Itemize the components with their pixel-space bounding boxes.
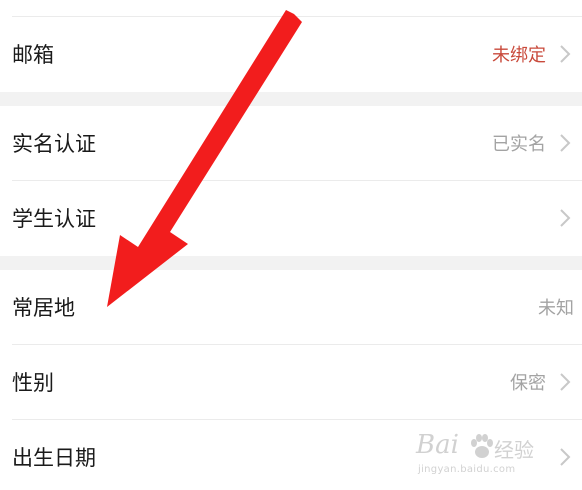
settings-row-student[interactable]: 学生认证 <box>0 181 582 255</box>
verification-group: 实名认证 已实名 学生认证 <box>0 106 582 256</box>
real-name-label: 实名认证 <box>12 132 96 156</box>
residence-label: 常居地 <box>12 296 75 320</box>
watermark-url: jingyan.baidu.com <box>418 464 516 475</box>
birthday-label: 出生日期 <box>12 446 96 470</box>
chevron-right-icon <box>560 45 571 63</box>
settings-row-gender[interactable]: 性别 保密 <box>0 345 582 419</box>
settings-row-real-name[interactable]: 实名认证 已实名 <box>0 106 582 180</box>
chevron-right-icon <box>560 134 571 152</box>
baidu-paw-icon <box>471 434 493 458</box>
real-name-status: 已实名 <box>492 134 546 155</box>
chevron-right-icon <box>560 209 571 227</box>
email-label: 邮箱 <box>12 43 54 67</box>
student-label: 学生认证 <box>12 207 96 231</box>
gender-value: 保密 <box>510 373 546 394</box>
email-status: 未绑定 <box>492 45 546 66</box>
chevron-right-icon <box>560 373 571 391</box>
baidu-jingyan-watermark: Bai 经验 jingyan.baidu.com <box>416 430 556 478</box>
watermark-jingyan: 经验 <box>494 438 534 462</box>
contact-group: 邮箱 未绑定 <box>0 0 582 92</box>
settings-row-email[interactable]: 邮箱 未绑定 <box>0 17 582 91</box>
residence-value: 未知 <box>538 298 574 319</box>
gender-label: 性别 <box>12 371 54 395</box>
profile-settings-screen: 邮箱 未绑定 实名认证 已实名 学生认证 常居地 未知 性别 保密 出生日期 B… <box>0 0 582 490</box>
watermark-brand: Bai <box>416 430 459 460</box>
settings-row-residence[interactable]: 常居地 未知 <box>0 270 582 344</box>
chevron-right-icon <box>560 448 571 466</box>
